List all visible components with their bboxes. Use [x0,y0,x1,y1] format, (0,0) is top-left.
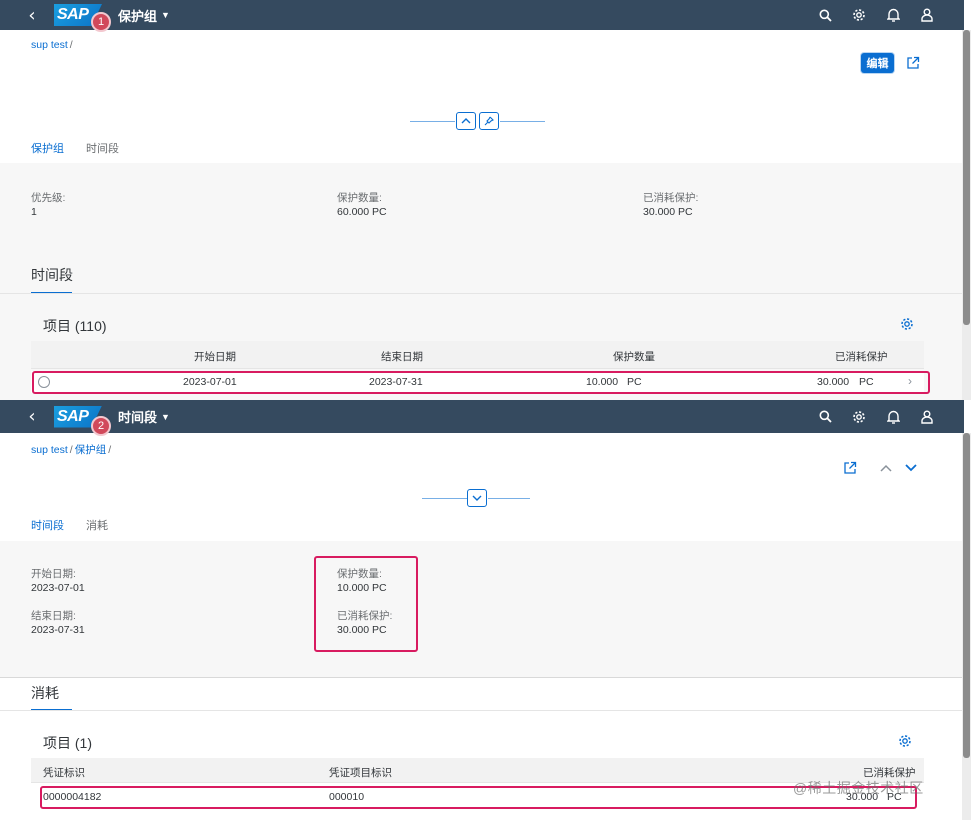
back-icon[interactable]: ‹ [22,5,42,26]
tab-time-period[interactable]: 时间段 [86,140,119,165]
logo-text: SAP [57,407,89,425]
field-value: 10.000 PC [337,582,387,594]
cell-consumed: 30.000 [817,376,850,388]
scrollbar[interactable] [962,433,971,820]
column-header[interactable]: 保护数量 [613,349,655,364]
shell-bar: ‹ SAP 保护组 ▼ [0,0,964,30]
field-label: 优先级: [31,192,66,204]
column-header[interactable]: 凭证项目标识 [329,765,392,780]
arrow-up-icon[interactable] [876,458,896,478]
header-divider [410,121,455,122]
row-select-radio[interactable] [38,376,50,388]
table-header: 开始日期 结束日期 保护数量 已消耗保护 [31,341,924,369]
cell-document-id: 0000004182 [43,791,102,803]
cell-document-item-id: 000010 [329,791,365,803]
header-divider [488,498,530,499]
gear-icon[interactable] [850,408,868,426]
pin-icon[interactable] [479,112,499,130]
header-divider [422,498,467,499]
section-title: 时间段 [31,267,73,283]
back-icon[interactable]: ‹ [22,406,42,427]
column-header[interactable]: 开始日期 [194,349,236,364]
breadcrumb-separator: / [69,444,73,456]
expand-icon[interactable] [467,489,487,507]
field-value: 2023-07-31 [31,624,85,636]
arrow-down-icon[interactable] [901,458,921,478]
edit-button[interactable]: 编辑 [861,53,894,73]
section-title: 消耗 [31,685,59,701]
field-label: 保护数量: [337,192,382,204]
field-label: 已消耗保护: [337,610,393,622]
column-header[interactable]: 凭证标识 [43,765,85,780]
divider [0,710,964,711]
field-label: 已消耗保护: [643,192,699,204]
caret-down-icon: ▼ [161,411,170,422]
step-badge: 2 [91,416,111,436]
header-content [0,541,964,677]
field-value: 30.000 PC [643,206,693,218]
table-row[interactable]: 2023-07-01 2023-07-31 10.000 PC 30.000 P… [31,371,924,393]
cell-end-date: 2023-07-31 [369,376,423,388]
cell-quantity: 10.000 [586,376,619,388]
table-header: 凭证标识 凭证项目标识 已消耗保护 [31,758,924,783]
logo-text: SAP [57,6,89,23]
table-settings-icon[interactable] [898,315,916,333]
breadcrumb: sup test / [31,39,75,51]
share-icon[interactable] [840,458,860,478]
field-label: 开始日期: [31,568,76,580]
breadcrumb-separator: / [108,444,112,456]
share-icon[interactable] [903,53,923,73]
cell-consumed-unit: PC [859,376,874,388]
field-label: 保护数量: [337,568,382,580]
field-value: 2023-07-01 [31,582,85,594]
column-header[interactable]: 结束日期 [381,349,423,364]
search-icon[interactable] [816,408,834,426]
app-title: 时间段 [118,410,158,425]
bell-icon[interactable] [884,6,902,24]
field-value: 30.000 PC [337,624,387,636]
field-value: 1 [31,206,37,218]
person-icon[interactable] [918,6,936,24]
breadcrumb-link[interactable]: 保护组 [75,444,107,456]
tab-consumption[interactable]: 消耗 [86,517,108,542]
breadcrumb-separator: / [69,39,73,51]
scrollbar[interactable] [962,30,971,400]
gear-icon[interactable] [850,6,868,24]
scroll-thumb[interactable] [963,30,970,325]
cell-quantity-unit: PC [627,376,642,388]
step-badge: 1 [91,12,111,32]
shell-actions [816,400,936,433]
divider [0,677,964,678]
watermark: @稀土掘金技术社区 [793,780,924,796]
search-icon[interactable] [816,6,834,24]
tab-protection-group[interactable]: 保护组 [30,140,65,166]
bell-icon[interactable] [884,408,902,426]
table-settings-icon[interactable] [896,732,914,750]
table-row[interactable]: 0000004182 000010 30.000 PC [31,786,924,808]
collapse-icon[interactable] [456,112,476,130]
field-value: 60.000 PC [337,206,387,218]
tab-bar: 时间段 消耗 [0,517,964,543]
shell-bar: ‹ SAP 时间段 ▼ [0,400,964,433]
header-divider [500,121,545,122]
table-title: 项目 (1) [43,735,92,751]
chevron-right-icon[interactable]: › [908,374,912,388]
cell-start-date: 2023-07-01 [183,376,237,388]
breadcrumb-link[interactable]: sup test [31,444,68,456]
app-title-menu[interactable]: 时间段 ▼ [118,407,170,426]
divider [0,293,964,294]
shell-actions [816,0,936,30]
caret-down-icon: ▼ [161,10,170,20]
column-header[interactable]: 已消耗保护 [835,349,888,364]
person-icon[interactable] [918,408,936,426]
breadcrumb: sup test / 保护组 / [31,442,113,457]
field-label: 结束日期: [31,610,76,622]
scroll-thumb[interactable] [963,433,970,758]
app-title: 保护组 [118,8,158,24]
app-title-menu[interactable]: 保护组 ▼ [118,6,170,25]
breadcrumb-link[interactable]: sup test [31,39,68,51]
tab-time-period[interactable]: 时间段 [30,517,65,543]
table-title: 项目 (110) [43,318,107,334]
